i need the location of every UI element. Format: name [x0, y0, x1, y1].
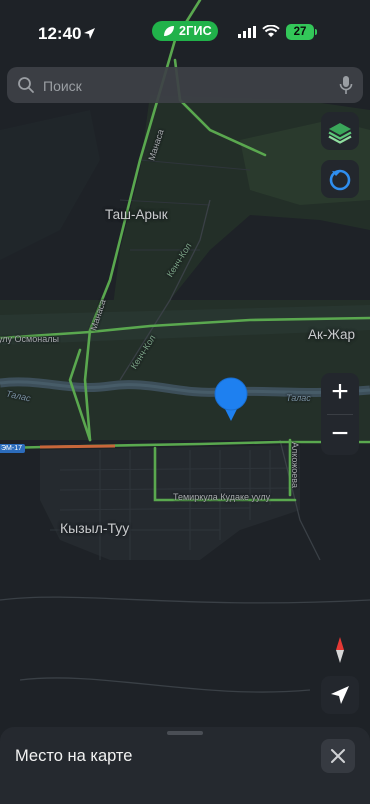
- street-label-temirkula: Темиркула Кудаке уулу: [173, 492, 271, 502]
- sheet-drag-handle[interactable]: [167, 731, 203, 735]
- brand-name: 2ГИС: [179, 24, 212, 38]
- mic-icon[interactable]: [339, 75, 353, 95]
- map-screen: Таш-Арык Ак-Жар Кызыл-Туу Манаса Манаса …: [0, 0, 370, 804]
- zoom-out-button[interactable]: −: [321, 415, 359, 455]
- place-label-kyzyl-tuu: Кызыл-Туу: [60, 520, 130, 536]
- zoom-controls: + −: [321, 373, 359, 455]
- location-services-icon: [84, 28, 95, 39]
- map-canvas[interactable]: [0, 0, 370, 804]
- map-pin-icon[interactable]: [214, 377, 248, 423]
- search-icon: [18, 77, 34, 93]
- north-compass-button[interactable]: [321, 631, 359, 669]
- search-bar[interactable]: [7, 67, 363, 103]
- navigator-button[interactable]: [321, 160, 359, 198]
- layers-button[interactable]: [321, 112, 359, 150]
- bottom-sheet[interactable]: Место на карте: [0, 727, 370, 804]
- place-label-tash-aryk: Таш-Арык: [105, 207, 168, 222]
- battery-tip: [315, 29, 317, 35]
- close-button[interactable]: [321, 739, 355, 773]
- river-label-talas-east: Талас: [286, 393, 311, 403]
- cellular-signal-icon: [238, 26, 256, 38]
- sheet-title: Место на карте: [15, 747, 133, 765]
- place-label-ak-zhar: Ак-Жар: [308, 327, 356, 342]
- street-label-osmonaly: улу Осмоналы: [0, 334, 59, 344]
- compass-mode-icon: [329, 169, 351, 191]
- wifi-icon: [262, 25, 280, 37]
- brand-logo-icon: [164, 26, 174, 36]
- search-input[interactable]: [41, 73, 325, 99]
- north-compass-icon: [336, 637, 344, 663]
- zoom-in-button[interactable]: +: [321, 373, 359, 413]
- close-icon: [331, 749, 345, 763]
- layers-icon: [328, 123, 352, 144]
- street-label-alkozhoeva: Алкожоева: [289, 442, 300, 488]
- highway-shield: ЭМ-17: [0, 444, 25, 453]
- status-bar: 12:40 2ГИС 27: [0, 0, 370, 60]
- battery-indicator: 27: [286, 24, 314, 40]
- locate-arrow-icon: [331, 686, 349, 704]
- locate-me-button[interactable]: [321, 676, 359, 714]
- clock: 12:40: [38, 24, 82, 43]
- brand-pill[interactable]: 2ГИС: [152, 21, 218, 41]
